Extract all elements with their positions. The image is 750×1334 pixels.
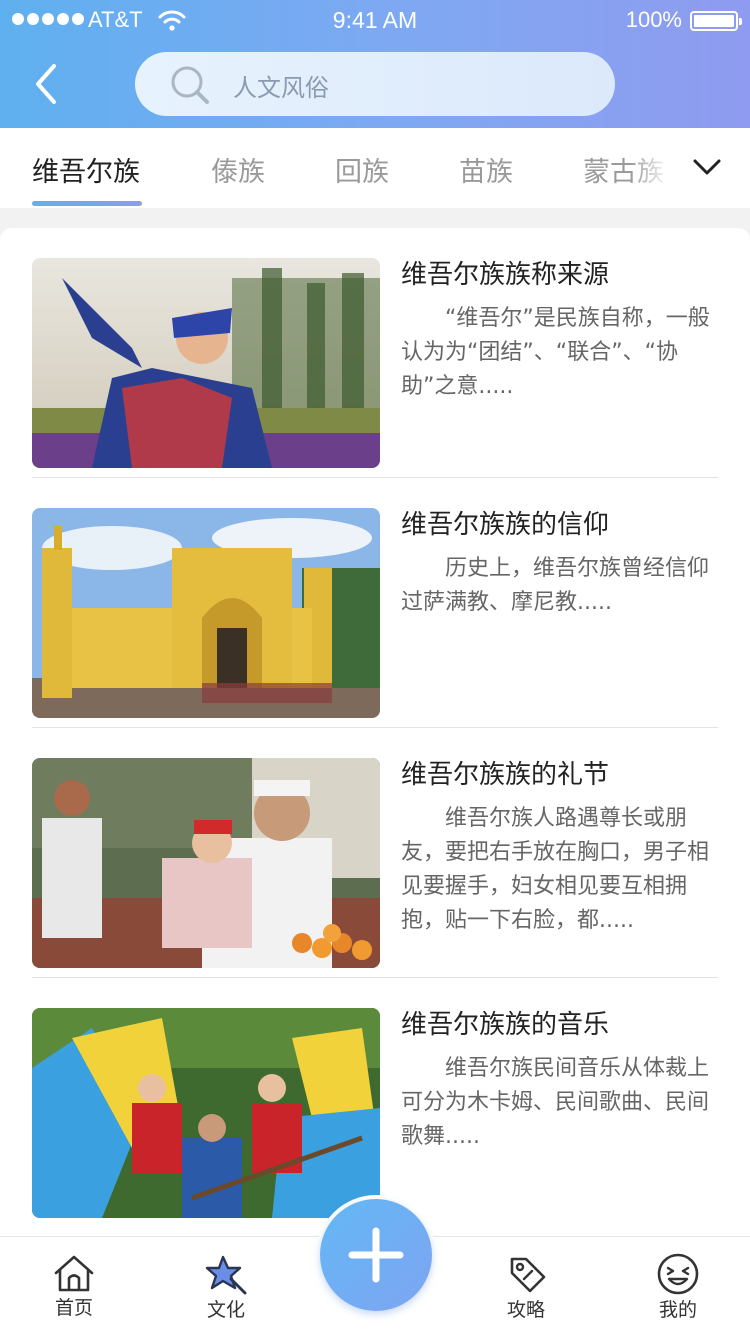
search-icon — [171, 66, 209, 104]
star-wand-icon — [205, 1255, 247, 1295]
tab-fade — [630, 128, 680, 208]
article-desc: “维吾尔”是民族自称，一般认为为“团结”、“联合”、“协助”之意..... — [401, 306, 710, 399]
article-title: 维吾尔族族称来源 — [401, 260, 610, 290]
home-icon — [54, 1255, 94, 1292]
battery-icon — [690, 11, 742, 31]
article-item[interactable]: 维吾尔族族的音乐 维吾尔族民间音乐从体裁上可分为木卡姆、民间歌曲、民间歌舞...… — [0, 978, 750, 1228]
article-image — [32, 258, 380, 468]
smiley-icon — [657, 1253, 699, 1295]
chevron-down-icon[interactable] — [690, 150, 724, 184]
article-desc: 维吾尔族民间音乐从体裁上可分为木卡姆、民间歌曲、民间歌舞..... — [401, 1056, 710, 1149]
tab-uyghur[interactable]: 维吾尔族 — [32, 150, 140, 189]
add-button[interactable] — [320, 1199, 432, 1311]
tab-hui[interactable]: 回族 — [335, 150, 389, 189]
article-desc: 历史上，维吾尔族曾经信仰过萨满教、摩尼教..... — [401, 556, 710, 615]
article-image — [32, 758, 380, 968]
article-image — [32, 508, 380, 718]
article-desc: 维吾尔族人路遇尊长或朋友，要把右手放在胸口，男子相见要握手，妇女相见要互相拥抱，… — [401, 806, 710, 933]
article-item[interactable]: 维吾尔族族的礼节 维吾尔族人路遇尊长或朋友，要把右手放在胸口，男子相见要握手，妇… — [0, 728, 750, 978]
tab-dai[interactable]: 傣族 — [211, 150, 265, 189]
article-list: 维吾尔族族称来源 “维吾尔”是民族自称，一般认为为“团结”、“联合”、“协助”之… — [0, 228, 750, 1238]
article-image — [32, 1008, 380, 1218]
nav-home[interactable]: 首页 — [24, 1237, 124, 1334]
search-bar[interactable]: 人文风俗 — [135, 52, 615, 116]
nav-label: 我的 — [658, 1299, 697, 1321]
plus-icon — [348, 1227, 404, 1283]
article-title: 维吾尔族族的音乐 — [401, 1010, 610, 1040]
nav-culture[interactable]: 文化 — [176, 1237, 276, 1334]
tab-miao[interactable]: 苗族 — [459, 150, 513, 189]
status-bar: AT&T 9:41 AM 100% — [0, 0, 750, 40]
article-title: 维吾尔族族的信仰 — [401, 510, 610, 540]
nav-guide[interactable]: 攻略 — [476, 1237, 576, 1334]
nav-profile[interactable]: 我的 — [628, 1237, 728, 1334]
nav-label: 文化 — [206, 1299, 245, 1321]
article-item[interactable]: 维吾尔族族的信仰 历史上，维吾尔族曾经信仰过萨满教、摩尼教..... — [0, 478, 750, 728]
battery-percent: 100% — [625, 7, 682, 32]
search-placeholder: 人文风俗 — [233, 74, 329, 102]
tag-icon — [510, 1257, 546, 1293]
article-title: 维吾尔族族的礼节 — [401, 760, 610, 790]
article-item[interactable]: 维吾尔族族称来源 “维吾尔”是民族自称，一般认为为“团结”、“联合”、“协助”之… — [0, 228, 750, 478]
back-arrow-icon[interactable] — [28, 60, 64, 108]
header: AT&T 9:41 AM 100% 人文风俗 — [0, 0, 750, 128]
active-tab-indicator — [32, 201, 142, 206]
nav-label: 攻略 — [506, 1299, 545, 1321]
category-tabs: 维吾尔族 傣族 回族 苗族 蒙古族 — [0, 128, 750, 208]
nav-label: 首页 — [54, 1297, 93, 1319]
